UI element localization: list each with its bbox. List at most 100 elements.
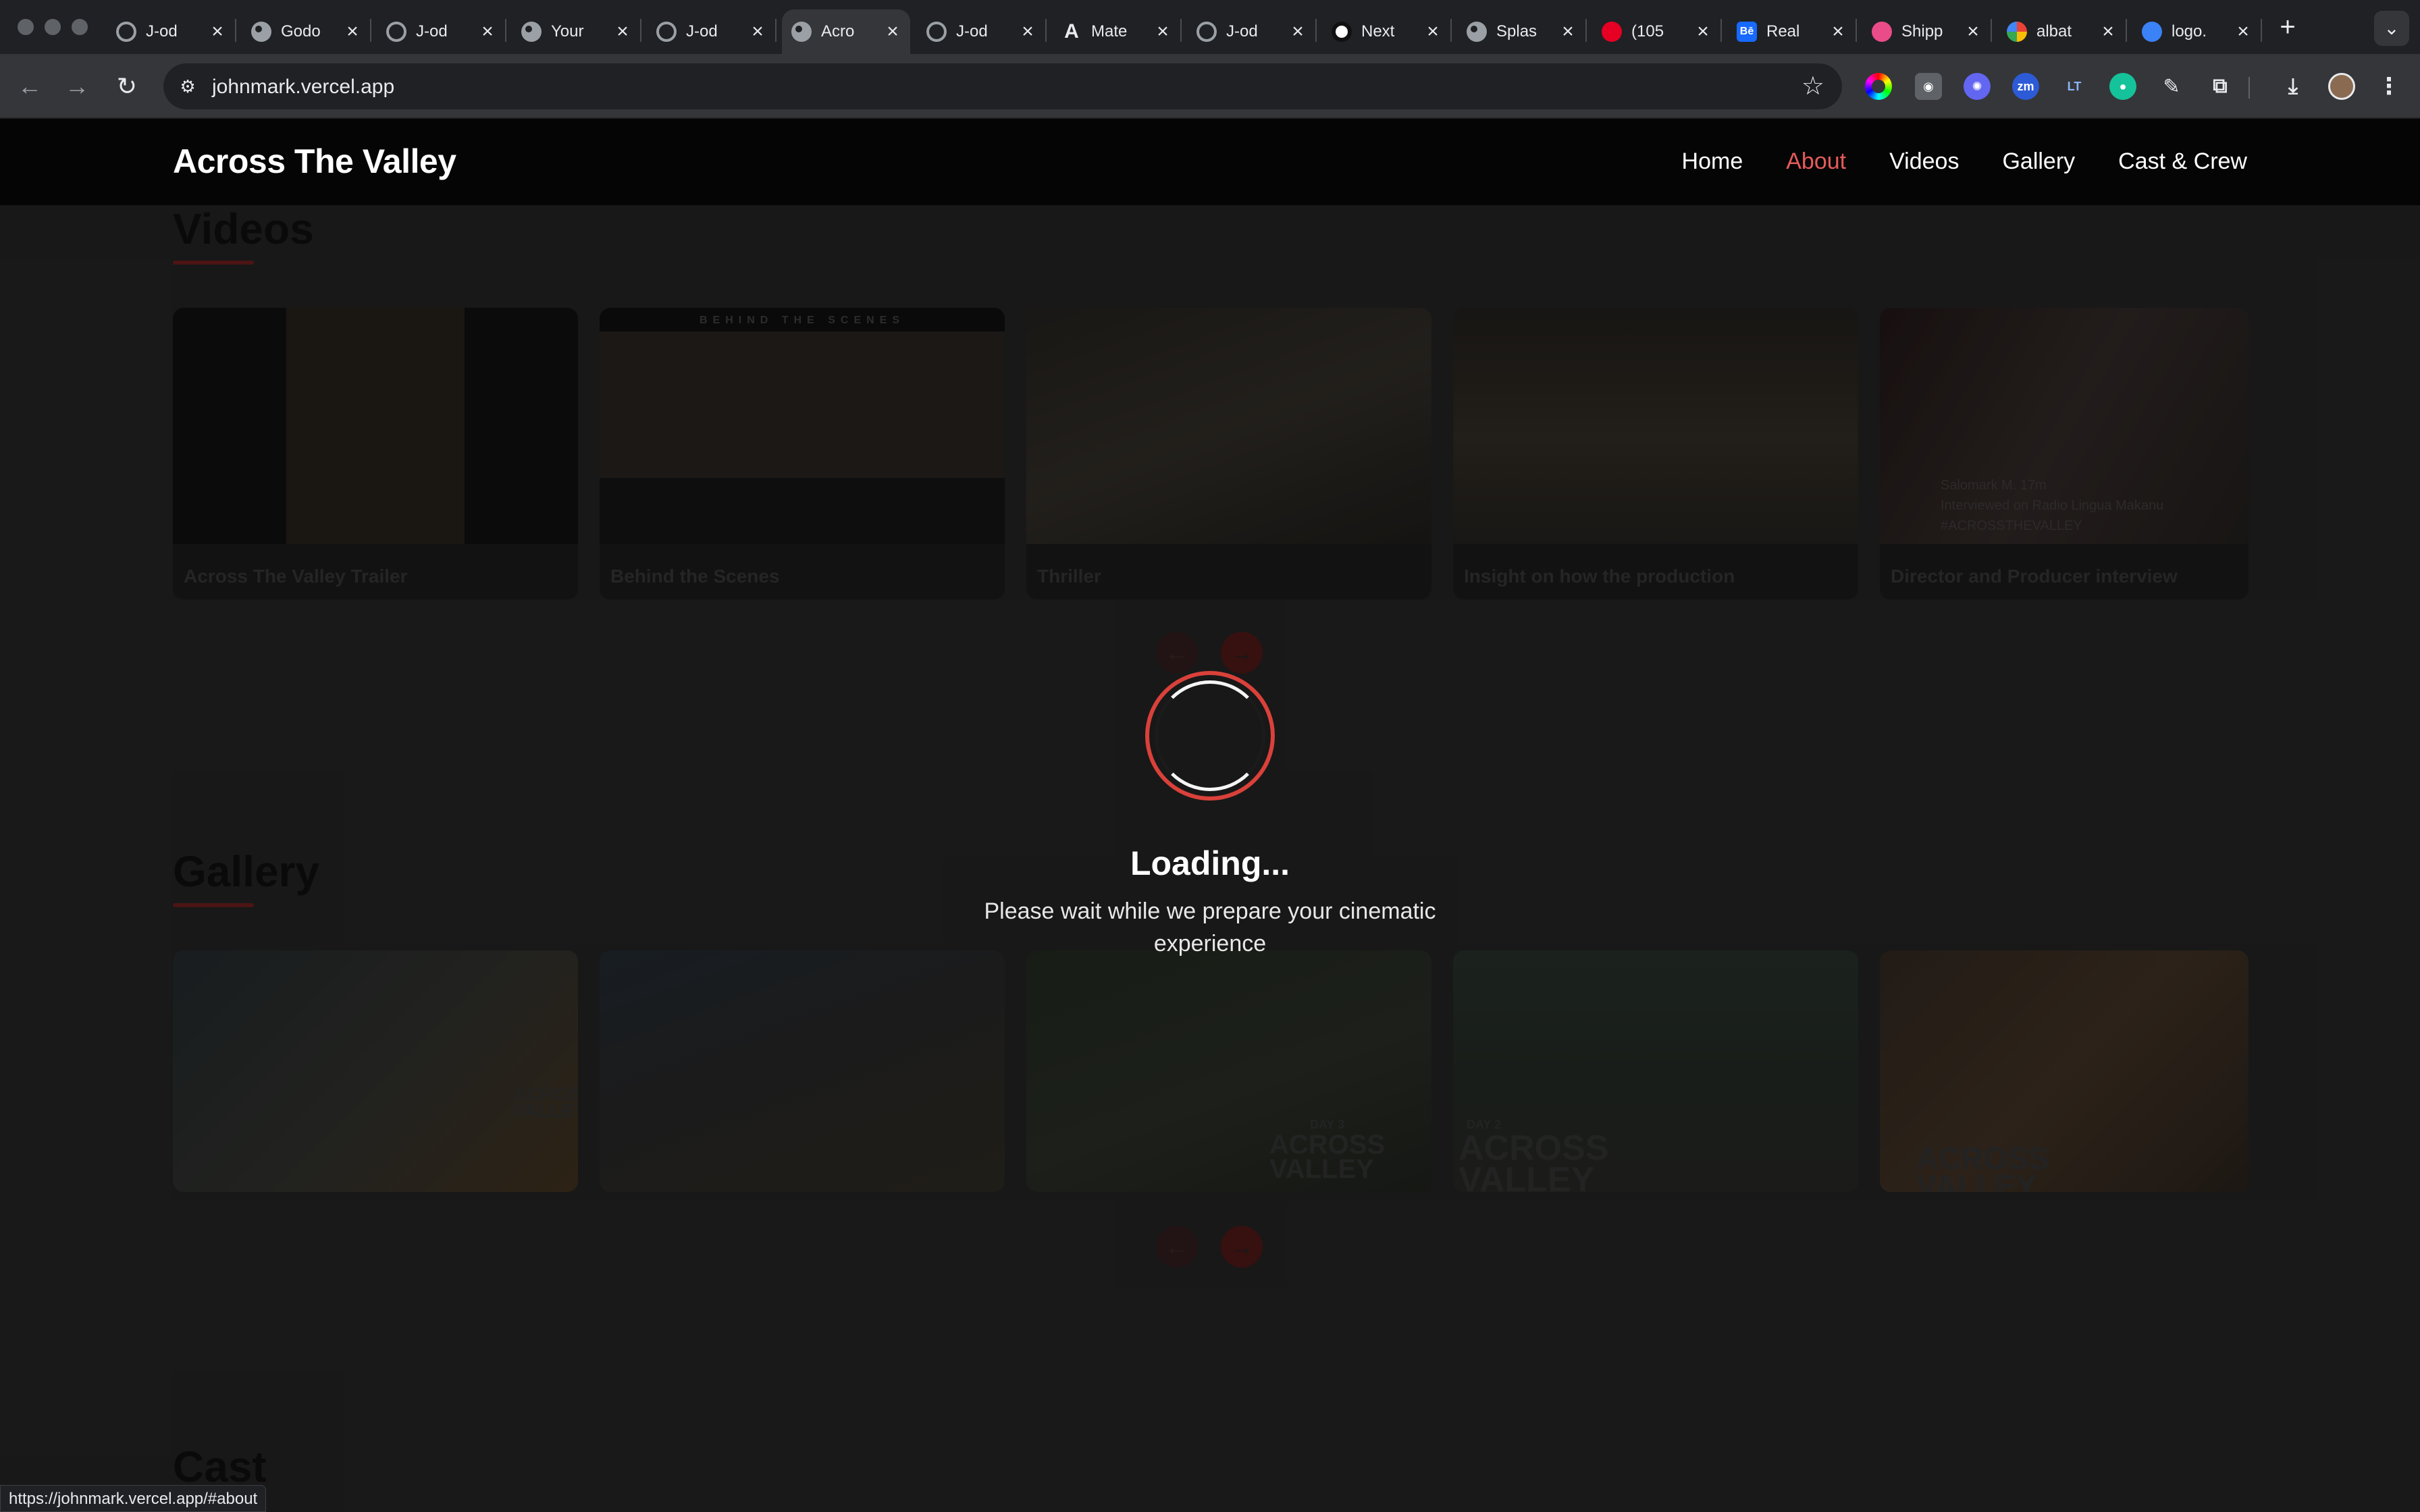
- tab-separator: [505, 19, 506, 42]
- colorzilla-extension-icon[interactable]: [1865, 73, 1892, 100]
- extensions-puzzle-icon[interactable]: ⧉: [2207, 73, 2234, 100]
- zoom-extension-icon[interactable]: zm: [2012, 73, 2039, 100]
- google-icon: [2007, 22, 2027, 42]
- tab-title: Shipp: [1901, 22, 1943, 40]
- tab-close-icon[interactable]: ×: [344, 22, 361, 42]
- address-bar[interactable]: ⚙ johnmark.vercel.app ☆: [163, 63, 1842, 109]
- browser-tab[interactable]: Acro ×: [782, 9, 910, 54]
- tab-title: J-od: [1226, 22, 1258, 40]
- tab-close-icon[interactable]: ×: [209, 22, 226, 42]
- browser-tab[interactable]: J-od ×: [377, 9, 506, 54]
- tab-close-icon[interactable]: ×: [1560, 22, 1576, 42]
- tab-separator: [1180, 19, 1182, 42]
- toolbar-divider: [2248, 77, 2250, 99]
- new-tab-button[interactable]: +: [2271, 11, 2304, 43]
- nav-link-cast-crew[interactable]: Cast & Crew: [2118, 148, 2247, 175]
- profile-avatar[interactable]: [2328, 73, 2355, 100]
- pinterest-icon: [1602, 22, 1622, 42]
- grammar-extension-icon[interactable]: ●: [2109, 73, 2136, 100]
- browser-window: J-od × Godo × J-od × Your × J-od × Acro × J-od × A Mate…: [0, 0, 2420, 1512]
- tab-close-icon[interactable]: ×: [1965, 22, 1981, 42]
- browser-menu-icon[interactable]: ⋮: [2375, 73, 2402, 100]
- reload-button[interactable]: ↻: [109, 69, 144, 104]
- forward-button[interactable]: →: [59, 69, 95, 104]
- tab-close-icon[interactable]: ×: [2235, 22, 2251, 42]
- browser-tab[interactable]: Godo ×: [242, 9, 371, 54]
- tab-title: albat: [2036, 22, 2072, 40]
- site-nav-links: Home About Videos Gallery Cast & Crew: [1682, 148, 2247, 175]
- globe-icon: [521, 22, 542, 42]
- loading-title: Loading...: [1130, 844, 1290, 882]
- tab-separator: [2126, 19, 2127, 42]
- tab-title: Your: [551, 22, 584, 40]
- back-button[interactable]: ←: [12, 69, 47, 104]
- nav-link-gallery[interactable]: Gallery: [2002, 148, 2075, 175]
- nav-link-about[interactable]: About: [1786, 148, 1846, 175]
- browser-tab[interactable]: Next ×: [1322, 9, 1452, 54]
- tab-separator: [1315, 19, 1317, 42]
- tab-close-icon[interactable]: ×: [749, 22, 766, 42]
- tab-title: logo.: [2172, 22, 2207, 40]
- languagetool-extension-icon[interactable]: LT: [2061, 73, 2088, 100]
- bookmark-star-icon[interactable]: ☆: [1801, 73, 1824, 100]
- github-icon: [926, 22, 947, 42]
- tab-separator: [1856, 19, 1857, 42]
- dribbble-icon: [1872, 22, 1892, 42]
- tab-close-icon[interactable]: ×: [1425, 22, 1441, 42]
- tab-title: Mate: [1091, 22, 1128, 40]
- browser-tab[interactable]: Bē Real ×: [1727, 9, 1857, 54]
- loading-subtitle: Please wait while we prepare your cinema…: [984, 898, 1436, 956]
- browser-tab[interactable]: J-od ×: [107, 9, 236, 54]
- eyedropper-extension-icon[interactable]: ✎: [2158, 73, 2185, 100]
- zoom-window-button[interactable]: [72, 19, 88, 35]
- github-icon: [116, 22, 136, 42]
- behance-icon: Bē: [1737, 22, 1757, 42]
- tab-close-icon[interactable]: ×: [1155, 22, 1171, 42]
- globe-icon: [791, 22, 812, 42]
- site-info-icon[interactable]: ⚙: [177, 76, 199, 97]
- tab-close-icon[interactable]: ×: [1290, 22, 1306, 42]
- camera-extension-icon[interactable]: ◉: [1915, 73, 1942, 100]
- tab-separator: [1585, 19, 1587, 42]
- gear-extension-icon[interactable]: ✺: [1964, 73, 1991, 100]
- tab-close-icon[interactable]: ×: [2100, 22, 2116, 42]
- tab-title: Next: [1361, 22, 1395, 40]
- tab-title: J-od: [146, 22, 178, 40]
- tab-close-icon[interactable]: ×: [1020, 22, 1036, 42]
- site-brand[interactable]: Across The Valley: [173, 142, 456, 181]
- browser-tab[interactable]: J-od ×: [647, 9, 777, 54]
- tab-title: Acro: [821, 22, 855, 40]
- tab-close-icon[interactable]: ×: [1830, 22, 1846, 42]
- tab-title: J-od: [686, 22, 718, 40]
- tab-separator: [235, 19, 236, 42]
- nav-link-videos[interactable]: Videos: [1889, 148, 1959, 175]
- site-header: Across The Valley Home About Videos Gallery…: [0, 119, 2420, 205]
- browser-toolbar: ← → ↻ ⚙ johnmark.vercel.app ☆ ◉ ✺ zm LT …: [0, 54, 2420, 119]
- url-text[interactable]: johnmark.vercel.app: [212, 76, 394, 99]
- tab-close-icon[interactable]: ×: [885, 22, 901, 42]
- web-page: Across The Valley Home About Videos Gallery…: [0, 119, 2420, 1512]
- tab-search-button[interactable]: ⌄: [2374, 11, 2409, 46]
- tab-separator: [1991, 19, 1992, 42]
- tab-close-icon[interactable]: ×: [479, 22, 496, 42]
- browser-tab[interactable]: albat ×: [1997, 9, 2127, 54]
- browser-tab[interactable]: J-od ×: [1187, 9, 1317, 54]
- tab-separator: [2261, 19, 2262, 42]
- browser-tab[interactable]: Your ×: [512, 9, 641, 54]
- minimize-window-button[interactable]: [45, 19, 61, 35]
- tab-close-icon[interactable]: ×: [1695, 22, 1711, 42]
- tab-title: Splas: [1496, 22, 1537, 40]
- browser-tab[interactable]: Shipp ×: [1862, 9, 1992, 54]
- nav-link-home[interactable]: Home: [1682, 148, 1743, 175]
- close-window-button[interactable]: [18, 19, 34, 35]
- tab-close-icon[interactable]: ×: [614, 22, 631, 42]
- browser-tab[interactable]: Splas ×: [1457, 9, 1587, 54]
- browser-tab[interactable]: (105 ×: [1592, 9, 1722, 54]
- tab-title: (105: [1631, 22, 1664, 40]
- downloads-icon[interactable]: ⤓: [2280, 73, 2307, 100]
- tab-title: Godo: [281, 22, 321, 40]
- github-icon: [656, 22, 677, 42]
- browser-tab[interactable]: A Mate ×: [1052, 9, 1182, 54]
- browser-tab[interactable]: J-od ×: [917, 9, 1047, 54]
- browser-tab[interactable]: logo. ×: [2132, 9, 2262, 54]
